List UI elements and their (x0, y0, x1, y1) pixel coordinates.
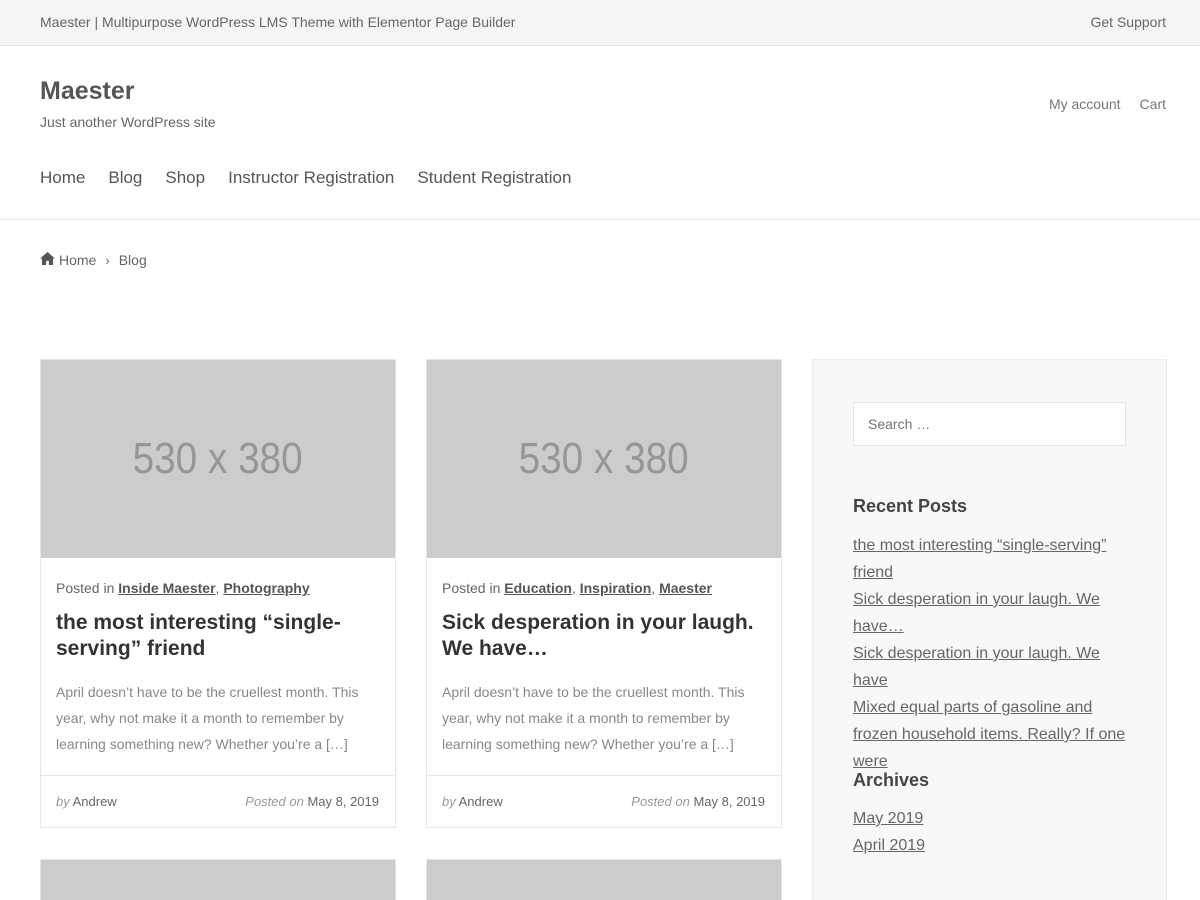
recent-post-link[interactable]: Sick desperation in your laugh. We have… (853, 591, 1100, 635)
archive-link[interactable]: April 2019 (853, 837, 925, 854)
post-meta: by Andrew Posted on May 8, 2019 (427, 776, 781, 827)
breadcrumb-separator: › (105, 252, 110, 268)
post-card: 530 x 380 Posted in Inside Maester, Phot… (40, 359, 396, 828)
breadcrumb-current: Blog (118, 252, 147, 268)
cart-link[interactable]: Cart (1140, 96, 1166, 112)
get-support-link[interactable]: Get Support (1091, 14, 1167, 30)
post-thumbnail[interactable]: 530 x 380 (41, 360, 395, 558)
posted-on-label: Posted on (245, 794, 304, 809)
thumbnail-placeholder-text: 530 x 380 (132, 434, 304, 483)
post-card: 530 x 380 Posted in Education, Inspirati… (426, 359, 782, 828)
category-link[interactable]: Maester (659, 580, 712, 596)
posted-on-label: Posted on (631, 794, 690, 809)
breadcrumb-home-link[interactable]: Home (59, 252, 96, 268)
post-date-link[interactable]: May 8, 2019 (307, 794, 379, 809)
site-title[interactable]: Maester (40, 77, 135, 106)
top-bar: Maester | Multipurpose WordPress LMS The… (0, 0, 1200, 46)
list-item: May 2019 (853, 805, 1143, 832)
top-bar-site-title: Maester | Multipurpose WordPress LMS The… (40, 14, 516, 30)
post-meta: by Andrew Posted on May 8, 2019 (41, 776, 395, 827)
search-input[interactable] (853, 402, 1126, 446)
recent-posts-title: Recent Posts (853, 496, 968, 516)
post-thumbnail[interactable]: 530 x 380 (427, 360, 781, 558)
archives-title: Archives (853, 770, 930, 790)
by-label: by (56, 794, 70, 809)
nav-item-home[interactable]: Home (40, 168, 85, 188)
author-link[interactable]: Andrew (73, 794, 117, 809)
posted-in-label: Posted in (442, 580, 501, 596)
post-thumbnail-partial[interactable] (426, 859, 782, 900)
archive-link[interactable]: May 2019 (853, 810, 923, 827)
main-navigation: Home Blog Shop Instructor Registration S… (40, 168, 571, 188)
nav-item-shop[interactable]: Shop (165, 168, 205, 188)
recent-post-link[interactable]: the most interesting “single-serving” fr… (853, 537, 1106, 581)
category-link[interactable]: Photography (223, 580, 309, 596)
post-excerpt: April doesn’t have to be the cruellest m… (56, 684, 359, 752)
site-tagline: Just another WordPress site (40, 114, 216, 130)
posted-in-label: Posted in (56, 580, 115, 596)
recent-post-link[interactable]: Mixed equal parts of gasoline and frozen… (853, 699, 1125, 770)
nav-item-student-registration[interactable]: Student Registration (417, 168, 571, 188)
post-body: Posted in Education, Inspiration, Maeste… (427, 558, 781, 776)
post-title[interactable]: the most interesting “single-serving” fr… (56, 610, 380, 662)
post-date-link[interactable]: May 8, 2019 (693, 794, 765, 809)
post-categories: Posted in Inside Maester, Photography (56, 580, 310, 596)
by-label: by (442, 794, 456, 809)
recent-posts-list: the most interesting “single-serving” fr… (853, 532, 1138, 775)
list-item: Sick desperation in your laugh. We have… (853, 586, 1138, 640)
header-divider (0, 219, 1200, 220)
post-thumbnail-partial[interactable] (40, 859, 396, 900)
post-title[interactable]: Sick desperation in your laugh. We have… (442, 610, 766, 662)
list-item: Mixed equal parts of gasoline and frozen… (853, 694, 1138, 775)
breadcrumb: Home › Blog (40, 252, 147, 268)
recent-post-link[interactable]: Sick desperation in your laugh. We have (853, 645, 1100, 689)
post-categories: Posted in Education, Inspiration, Maeste… (442, 580, 712, 596)
account-links: My account Cart (1049, 96, 1166, 112)
author-link[interactable]: Andrew (459, 794, 503, 809)
category-link[interactable]: Inside Maester (118, 580, 215, 596)
nav-item-instructor-registration[interactable]: Instructor Registration (228, 168, 394, 188)
category-link[interactable]: Education (504, 580, 572, 596)
my-account-link[interactable]: My account (1049, 96, 1121, 112)
archives-list: May 2019 April 2019 (853, 805, 1143, 859)
category-link[interactable]: Inspiration (580, 580, 652, 596)
home-icon (40, 252, 59, 268)
post-excerpt: April doesn’t have to be the cruellest m… (442, 684, 745, 752)
list-item: April 2019 (853, 832, 1143, 859)
list-item: Sick desperation in your laugh. We have (853, 640, 1138, 694)
list-item: the most interesting “single-serving” fr… (853, 532, 1138, 586)
post-body: Posted in Inside Maester, Photography th… (41, 558, 395, 776)
thumbnail-placeholder-text: 530 x 380 (518, 434, 690, 483)
sidebar: Recent Posts the most interesting “singl… (812, 359, 1167, 900)
nav-item-blog[interactable]: Blog (108, 168, 142, 188)
